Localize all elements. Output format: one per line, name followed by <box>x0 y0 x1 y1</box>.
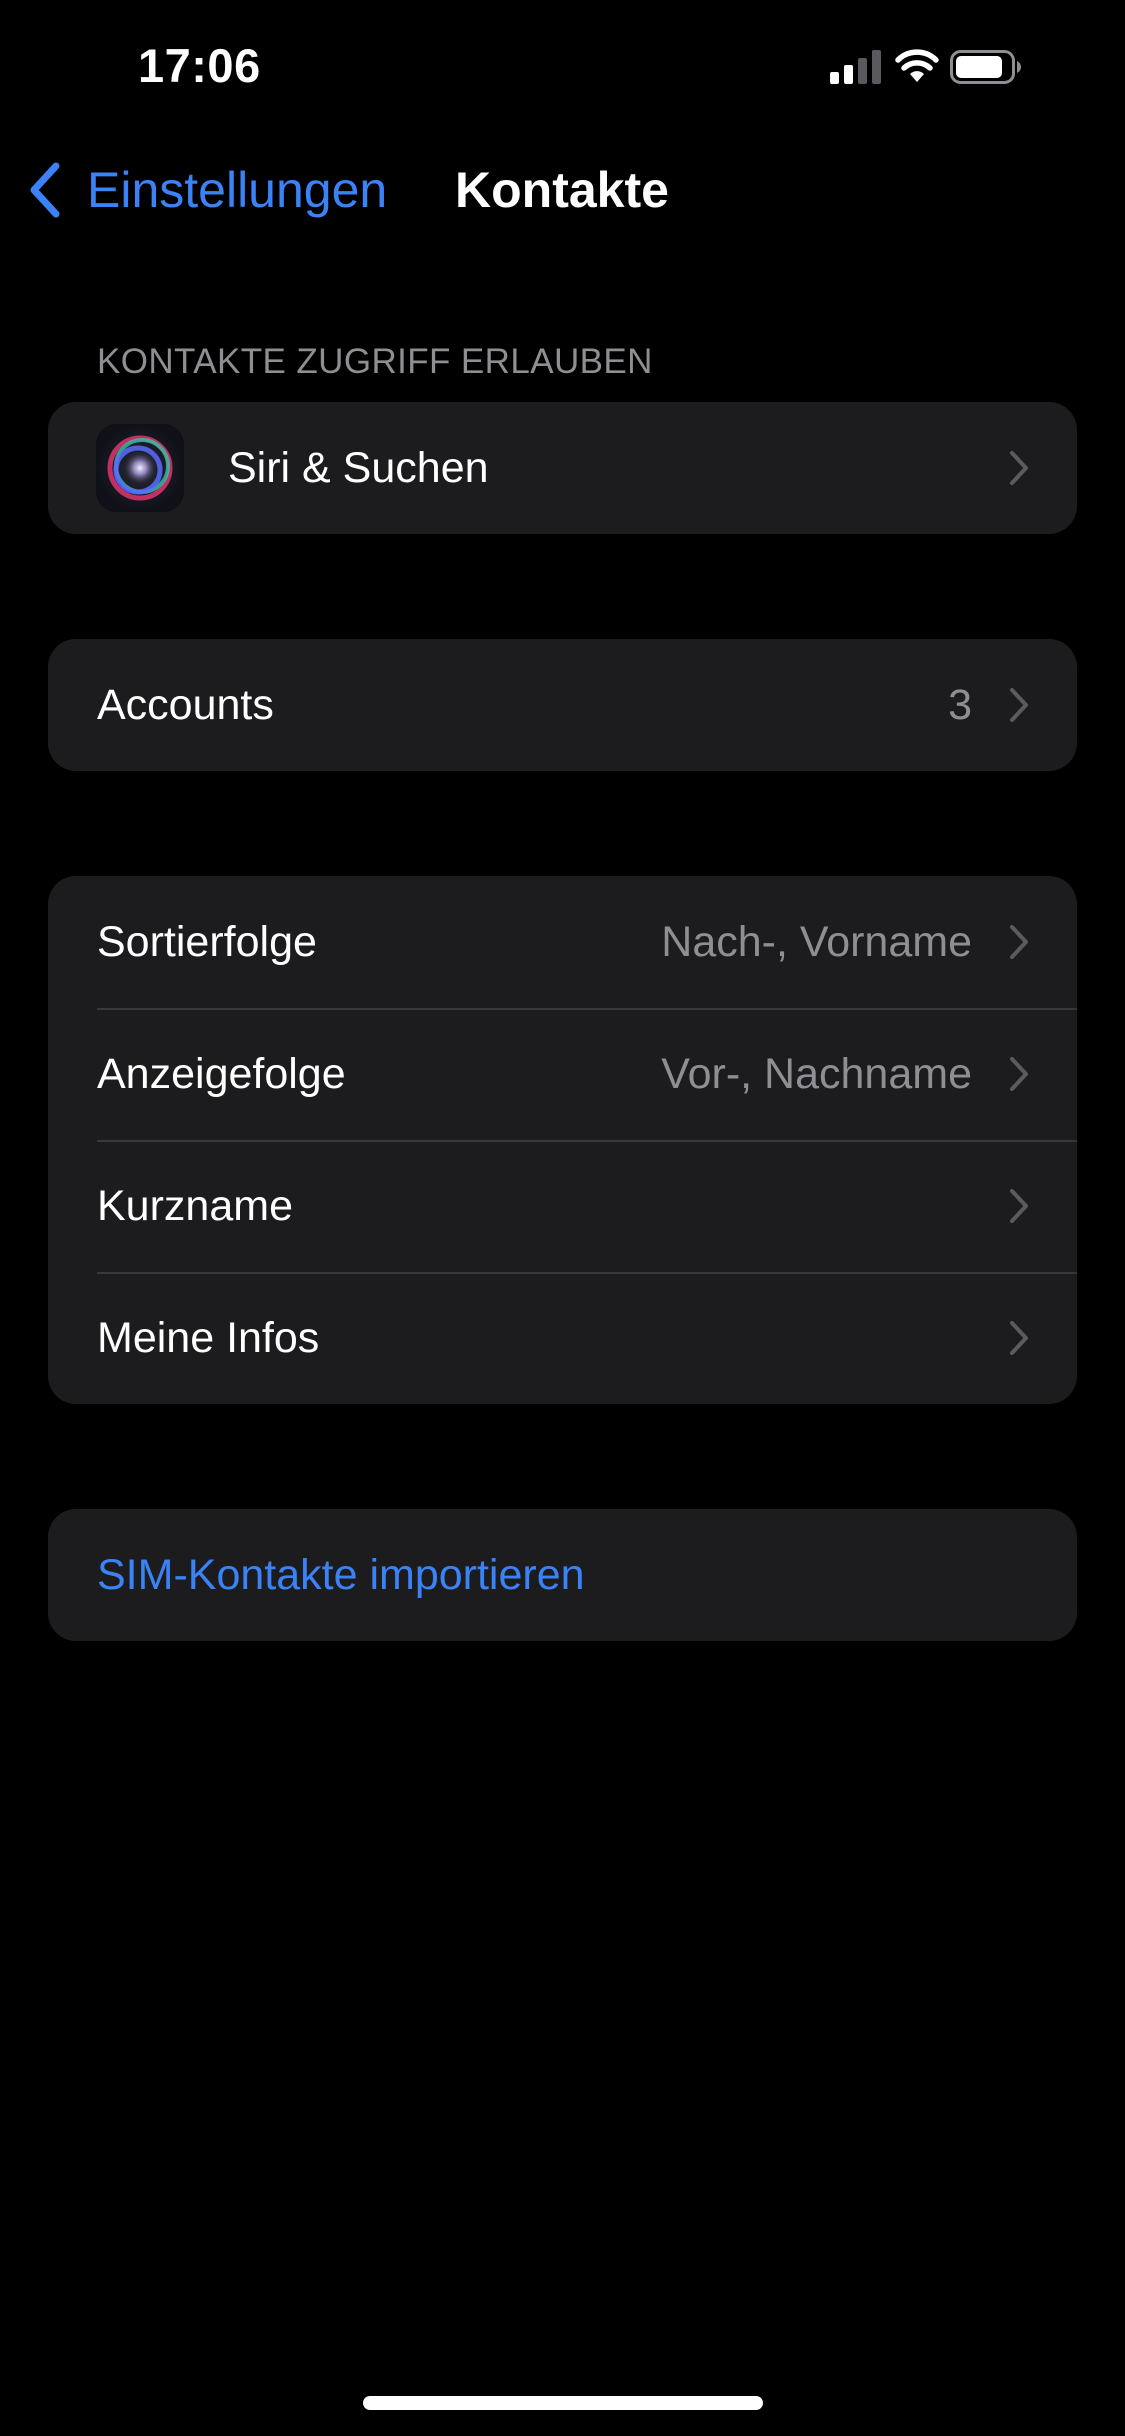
page-title: Kontakte <box>455 162 669 218</box>
short-name-label: Kurzname <box>97 1182 293 1230</box>
sort-order-row[interactable]: Sortierfolge Nach-, Vorname <box>48 876 1077 1008</box>
sort-order-label: Sortierfolge <box>97 918 317 966</box>
siri-search-label: Siri & Suchen <box>228 444 489 492</box>
accounts-label: Accounts <box>97 681 274 729</box>
sort-order-value: Nach-, Vorname <box>661 918 972 966</box>
short-name-row[interactable]: Kurzname <box>48 1140 1077 1272</box>
chevron-right-icon <box>1010 688 1028 722</box>
home-indicator[interactable] <box>363 2396 763 2410</box>
chevron-right-icon <box>1010 1189 1028 1223</box>
access-group: Siri & Suchen <box>48 402 1077 534</box>
import-group: SIM-Kontakte importieren <box>48 1509 1077 1641</box>
display-order-value: Vor-, Nachname <box>661 1050 972 1098</box>
accounts-row[interactable]: Accounts 3 <box>48 639 1077 771</box>
accounts-group: Accounts 3 <box>48 639 1077 771</box>
settings-group: Sortierfolge Nach-, Vorname Anzeigefolge… <box>48 876 1077 1404</box>
import-sim-contacts-button[interactable]: SIM-Kontakte importieren <box>48 1509 1077 1641</box>
status-time: 17:06 <box>138 39 261 92</box>
accounts-count: 3 <box>948 681 972 729</box>
my-info-label: Meine Infos <box>97 1314 320 1362</box>
siri-icon <box>96 424 184 512</box>
display-order-row[interactable]: Anzeigefolge Vor-, Nachname <box>48 1008 1077 1140</box>
chevron-right-icon <box>1010 925 1028 959</box>
chevron-right-icon <box>1010 1321 1028 1355</box>
cellular-signal-icon <box>830 50 881 84</box>
wifi-icon <box>895 49 939 82</box>
back-button[interactable]: Einstellungen <box>87 160 387 220</box>
my-info-row[interactable]: Meine Infos <box>48 1272 1077 1404</box>
battery-icon <box>950 50 1021 84</box>
section-header: KONTAKTE ZUGRIFF ERLAUBEN <box>97 342 653 381</box>
display-order-label: Anzeigefolge <box>97 1050 346 1098</box>
back-chevron-icon[interactable] <box>26 160 62 220</box>
chevron-right-icon <box>1010 1057 1028 1091</box>
chevron-right-icon <box>1010 451 1028 485</box>
siri-search-row[interactable]: Siri & Suchen <box>48 402 1077 534</box>
import-sim-contacts-label: SIM-Kontakte importieren <box>97 1551 585 1599</box>
